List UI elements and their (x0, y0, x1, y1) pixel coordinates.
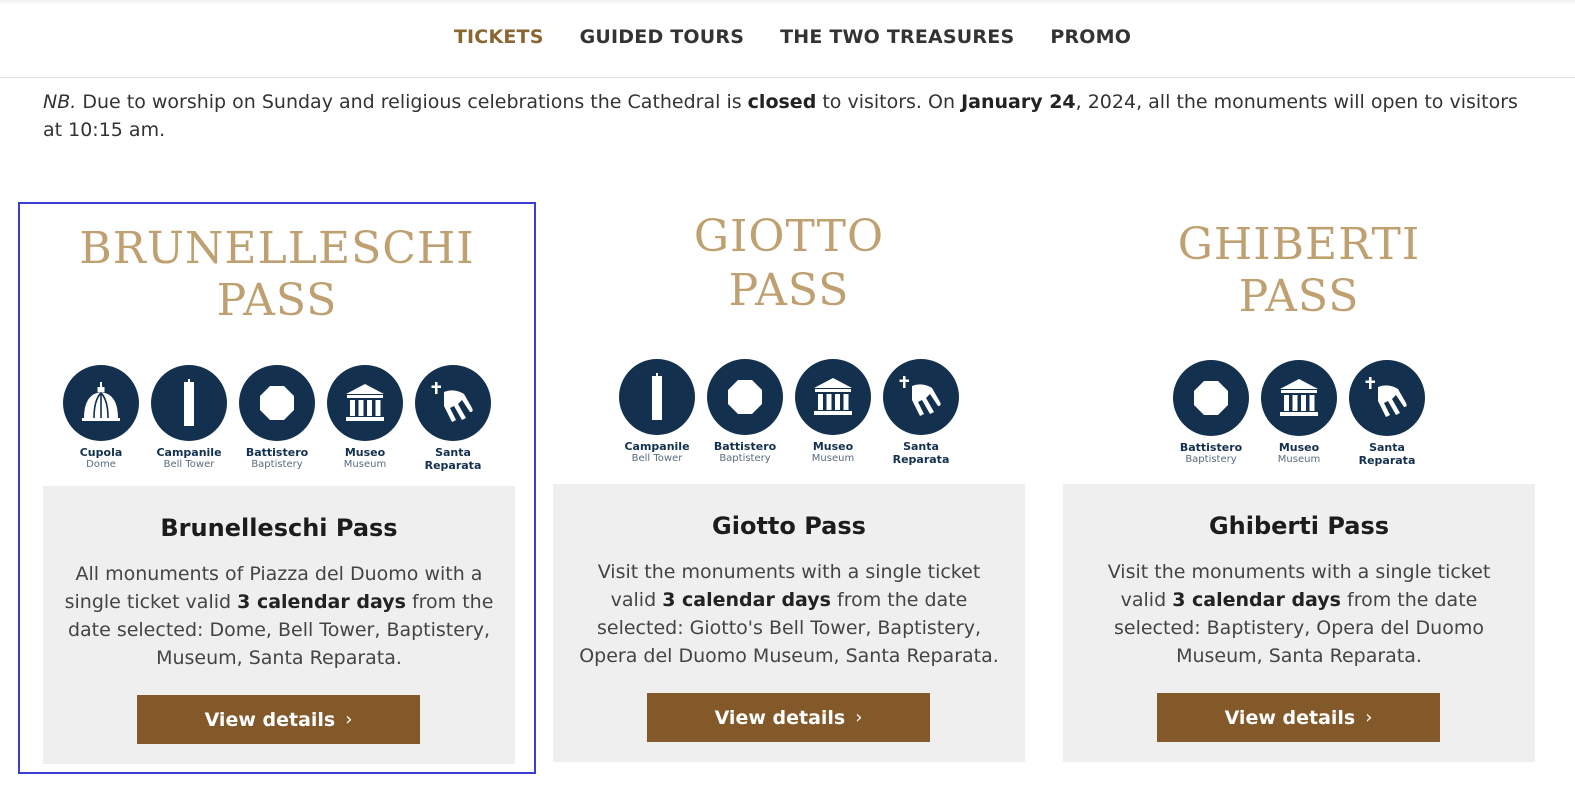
notice-closed: closed (747, 91, 817, 113)
museum-icon (795, 359, 871, 435)
pass-logo-line1: GIOTTO (693, 211, 885, 262)
pass-info-panel: Ghiberti Pass Visit the monuments with a… (1063, 484, 1535, 762)
pass-description: Visit the monuments with a single ticket… (1107, 561, 1491, 667)
monument-sublabel: Bell Tower (631, 453, 683, 464)
monument-label: Santa (903, 440, 939, 453)
pass-description: All monuments of Piazza del Duomo with a… (64, 563, 494, 669)
monument-sublabel: Dome (86, 459, 116, 470)
monument-label: Santa (435, 446, 471, 459)
closure-notice: NB. Due to worship on Sunday and religio… (43, 88, 1523, 144)
chevron-right-icon: › (345, 709, 353, 730)
brunelleschi-pass-card[interactable]: BRUNELLESCHI PASS Cupola Dome Campanile Bel… (18, 202, 536, 774)
monument-sublabel: Reparata (892, 453, 950, 466)
monument-item: Museo Museum (1261, 360, 1337, 467)
monument-sublabel: Baptistery (251, 459, 303, 470)
pass-logo-line2: PASS (1238, 271, 1360, 322)
notice-text-1: Due to worship on Sunday and religious c… (76, 91, 748, 113)
view-details-button[interactable]: View details › (137, 695, 420, 744)
monument-sublabel: Museum (1277, 454, 1321, 465)
pass-logo-line2: PASS (728, 265, 850, 316)
nav-promo[interactable]: PROMO (1050, 26, 1131, 48)
monument-sublabel: Reparata (1358, 454, 1416, 467)
notice-text-2: to visitors. On (816, 91, 962, 113)
monument-item: Campanile Bell Tower (151, 365, 227, 472)
pass-heading: Giotto Pass (712, 512, 866, 540)
baptistery-icon (707, 359, 783, 435)
pass-logo-line2: PASS (216, 275, 338, 326)
monument-item: Campanile Bell Tower (619, 359, 695, 466)
monument-sublabel: Baptistery (1185, 454, 1237, 465)
chevron-right-icon: › (1365, 707, 1373, 728)
monument-label: Battistero (1179, 441, 1243, 454)
baptistery-icon (1173, 360, 1249, 436)
monument-item: Cupola Dome (63, 365, 139, 472)
pass-description: Visit the monuments with a single ticket… (579, 561, 999, 667)
ghiberti-pass-card[interactable]: GHIBERTI PASS Battistero Baptistery Museo M… (1040, 202, 1558, 774)
bell-tower-icon (619, 359, 695, 435)
monument-label: Museo (1278, 441, 1320, 454)
museum-icon (327, 365, 403, 441)
monument-label: Campanile (156, 446, 222, 459)
chevron-right-icon: › (855, 707, 863, 728)
monument-item: Santa Reparata (883, 359, 959, 466)
monument-sublabel: Baptistery (719, 453, 771, 464)
monument-sublabel: Museum (811, 453, 855, 464)
monument-label: Battistero (713, 440, 777, 453)
nav-two-treasures[interactable]: THE TWO TREASURES (780, 26, 1014, 48)
monument-label: Museo (344, 446, 386, 459)
baptistery-icon (239, 365, 315, 441)
monument-item: Battistero Baptistery (707, 359, 783, 466)
monument-sublabel: Museum (343, 459, 387, 470)
pass-logo-line1: BRUNELLESCHI (79, 223, 475, 274)
santa-reparata-icon (415, 365, 491, 441)
dome-icon (63, 365, 139, 441)
monument-label: Santa (1369, 441, 1405, 454)
santa-reparata-icon (1349, 360, 1425, 436)
nav-guided-tours[interactable]: GUIDED TOURS (580, 26, 745, 48)
monument-item: Santa Reparata (1349, 360, 1425, 467)
monument-label: Campanile (624, 440, 690, 453)
monument-label: Cupola (79, 446, 123, 459)
monument-icons: Cupola Dome Campanile Bell Tower Battistero B… (20, 365, 534, 472)
giotto-pass-card[interactable]: GIOTTO PASS Campanile Bell Tower Battister… (530, 202, 1048, 774)
notice-nb: NB. (43, 91, 77, 113)
nav-tickets[interactable]: TICKETS (454, 26, 544, 48)
main-nav: TICKETS GUIDED TOURS THE TWO TREASURES P… (0, 0, 1575, 48)
pass-heading: Ghiberti Pass (1208, 512, 1390, 540)
monument-label: Museo (812, 440, 854, 453)
monument-item: Santa Reparata (415, 365, 491, 472)
monument-sublabel: Bell Tower (163, 459, 215, 470)
monument-icons: Battistero Baptistery Museo Museum Santa Repa… (1040, 360, 1558, 467)
monument-item: Battistero Baptistery (239, 365, 315, 472)
view-details-button[interactable]: View details › (647, 693, 930, 742)
pass-logo-line1: GHIBERTI (1177, 219, 1421, 270)
monument-sublabel: Reparata (424, 459, 482, 472)
monument-label: Battistero (245, 446, 309, 459)
pass-info-panel: Brunelleschi Pass All monuments of Piazz… (43, 486, 515, 764)
santa-reparata-icon (883, 359, 959, 435)
pass-info-panel: Giotto Pass Visit the monuments with a s… (553, 484, 1025, 762)
view-details-button[interactable]: View details › (1157, 693, 1440, 742)
museum-icon (1261, 360, 1337, 436)
monument-icons: Campanile Bell Tower Battistero Baptistery M… (530, 359, 1048, 466)
top-navigation-bar: TICKETS GUIDED TOURS THE TWO TREASURES P… (0, 0, 1575, 78)
monument-item: Museo Museum (327, 365, 403, 472)
monument-item: Museo Museum (795, 359, 871, 466)
monument-item: Battistero Baptistery (1173, 360, 1249, 467)
notice-date: January 24 (961, 91, 1076, 113)
pass-heading: Brunelleschi Pass (160, 514, 398, 542)
bell-tower-icon (151, 365, 227, 441)
